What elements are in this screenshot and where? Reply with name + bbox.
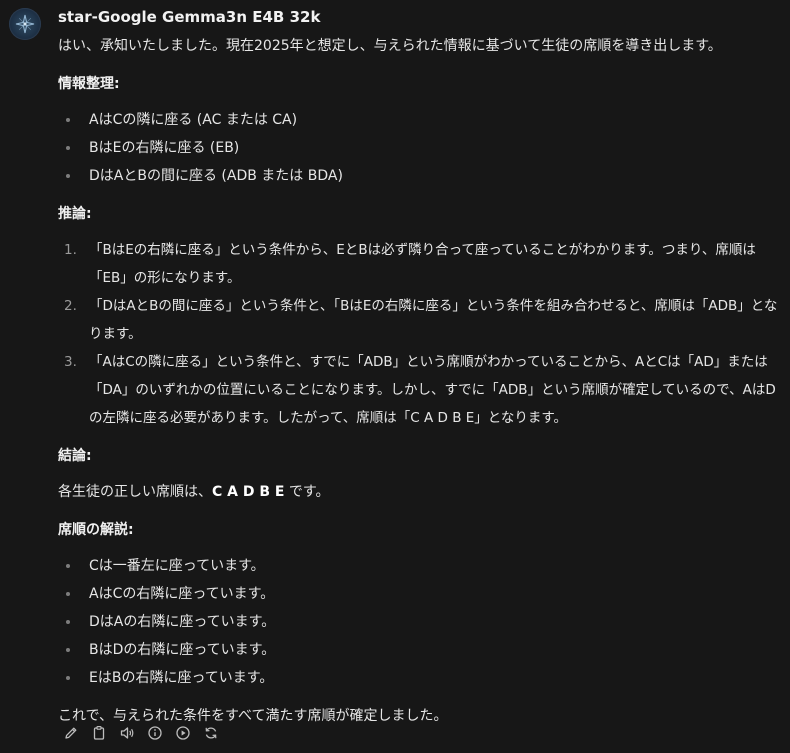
model-avatar [9,8,41,40]
list-item: Cは一番左に座っています。 [58,552,783,580]
list-number: 3. [64,354,77,370]
list-number: 2. [64,298,77,314]
info-icon [148,726,162,740]
continue-button[interactable] [172,722,194,744]
refresh-icon [205,727,217,739]
list-item: BはEの右隣に座る (EB) [58,134,783,162]
explanation-list: Cは一番左に座っています。 AはCの右隣に座っています。 DはAの右隣に座ってい… [58,552,783,692]
assistant-message: star-Google Gemma3n E4B 32k はい、承知いたしました。… [0,0,790,753]
speaker-icon [120,727,134,739]
reasoning-list: 1. 「BはEの右隣に座る」という条件から、EとBは必ず隣り合って座っていること… [58,236,783,432]
seating-answer: C A D B E [212,484,285,500]
info-list: AはCの隣に座る (AC または CA) BはEの右隣に座る (EB) DはAと… [58,106,783,190]
play-icon [176,726,190,740]
list-item-text: 「DはAとBの間に座る」という条件と、「BはEの右隣に座る」という条件を組み合わ… [89,298,778,342]
list-item-text: 「AはCの隣に座る」という条件と、すでに「ADB」という席順がわかっていることか… [89,354,776,426]
list-number: 1. [64,242,77,258]
section-heading-info: 情報整理: [58,76,120,92]
section-heading-explanation: 席順の解説: [58,522,134,538]
clipboard-icon [93,726,105,740]
regenerate-button[interactable] [200,722,222,744]
intro-text: はい、承知いたしました。現在2025年と想定し、与えられた情報に基づいて生徒の席… [58,38,722,54]
list-item-text: 「BはEの右隣に座る」という条件から、EとBは必ず隣り合って座っていることがわか… [89,242,756,286]
list-item: EはBの右隣に座っています。 [58,664,783,692]
sparkle-logo-icon [15,14,35,34]
list-item: 2. 「DはAとBの間に座る」という条件と、「BはEの右隣に座る」という条件を組… [58,292,783,348]
list-item: 1. 「BはEの右隣に座る」という条件から、EとBは必ず隣り合って座っていること… [58,236,783,292]
list-item: AはCの隣に座る (AC または CA) [58,106,783,134]
conclusion-prefix: 各生徒の正しい席順は、 [58,484,212,500]
pencil-icon [65,727,77,739]
list-item: 3. 「AはCの隣に座る」という条件と、すでに「ADB」という席順がわかっている… [58,348,783,432]
closing-text: これで、与えられた条件をすべて満たす席順が確定しました。 [58,708,448,724]
list-item: AはCの右隣に座っています。 [58,580,783,608]
conclusion-text: 各生徒の正しい席順は、C A D B E です。 [58,478,783,506]
read-aloud-button[interactable] [116,722,138,744]
copy-button[interactable] [88,722,110,744]
section-heading-reasoning: 推論: [58,206,92,222]
list-item: BはDの右隣に座っています。 [58,636,783,664]
model-name: star-Google Gemma3n E4B 32k [58,8,321,26]
message-body: はい、承知いたしました。現在2025年と想定し、与えられた情報に基づいて生徒の席… [58,32,783,730]
list-item: DはAとBの間に座る (ADB または BDA) [58,162,783,190]
info-button[interactable] [144,722,166,744]
section-heading-conclusion: 結論: [58,448,92,464]
edit-button[interactable] [60,722,82,744]
list-item: DはAの右隣に座っています。 [58,608,783,636]
conclusion-suffix: です。 [284,484,330,500]
